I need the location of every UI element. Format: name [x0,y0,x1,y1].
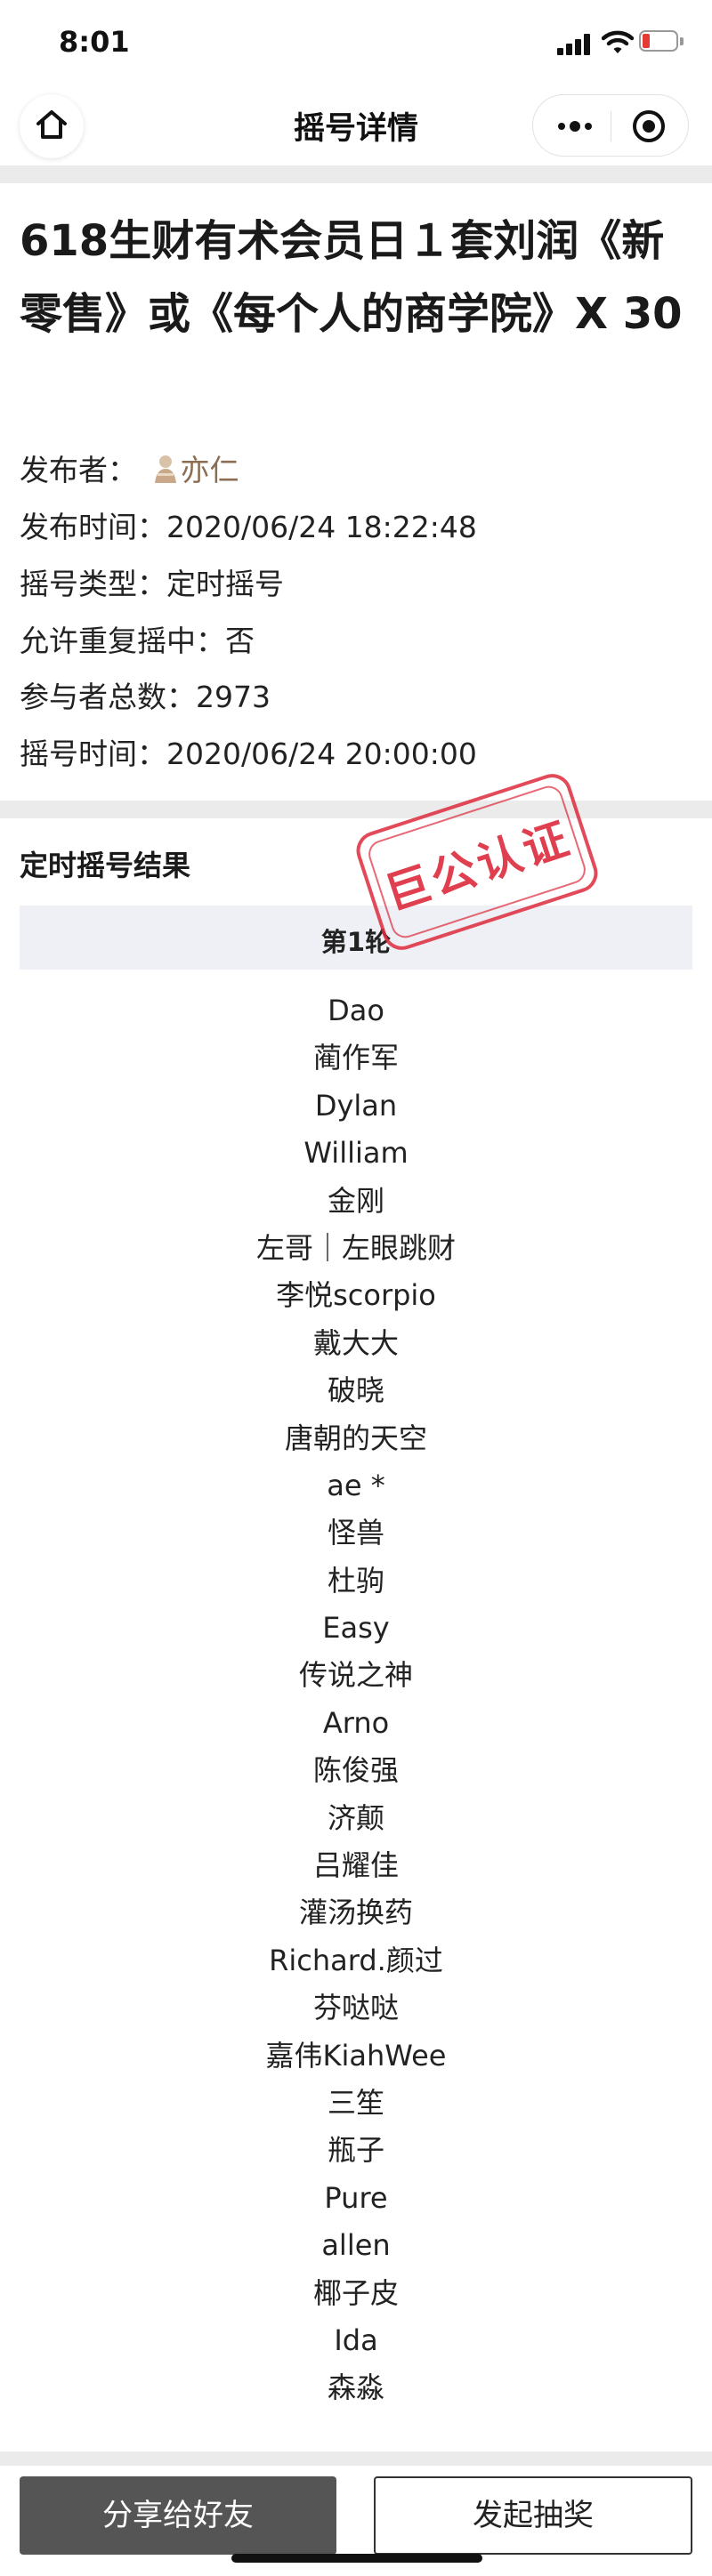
list-item: 嘉伟KiahWee [265,2038,447,2073]
list-item: Richard.颜过 [269,1943,443,1977]
list-item: 破晓 [327,1373,384,1408]
publisher-label: 发布者： [20,453,137,487]
participants-value: 2973 [196,680,271,714]
list-item: 蔺作军 [312,1041,399,1075]
results-section-title: 定时摇号结果 [20,849,191,882]
list-item: ae * [327,1468,385,1502]
type-value: 定时摇号 [166,567,284,601]
list-item: Dao [328,994,384,1027]
list-item: 济颠 [327,1800,384,1835]
list-item: 吕耀佳 [312,1848,399,1883]
list-item: 唐朝的天空 [284,1421,427,1455]
list-item: 怪兽 [327,1516,384,1550]
separator-band [0,801,712,818]
battery-icon [639,30,685,53]
nav-bar: 摇号详情 [0,85,712,165]
list-item: 灌汤换药 [298,1896,413,1930]
list-item: 芬哒哒 [312,1991,399,2025]
list-item: 戴大大 [312,1325,399,1360]
list-item: William [303,1136,409,1171]
type-row: 摇号类型：定时摇号 [20,560,284,603]
separator-band [0,165,712,183]
publish-time-value: 2020/06/24 18:22:48 [166,510,477,544]
wifi-icon [601,28,635,55]
list-item: 椰子皮 [312,2275,399,2310]
list-item: 杜驹 [327,1563,384,1598]
start-lottery-button[interactable]: 发起抽奖 [374,2476,692,2555]
list-item: 陈俊强 [312,1753,399,1788]
list-item: 金刚 [327,1183,384,1218]
draw-time-label: 摇号时间： [20,737,166,771]
draw-time-value: 2020/06/24 20:00:00 [166,737,477,771]
publisher-row: 发布者： 亦仁 [20,447,239,489]
repeat-value: 否 [225,624,255,658]
list-item: Easy [322,1611,390,1646]
list-item: Arno [322,1705,390,1740]
list-item: 左哥｜左眼跳财 [255,1230,456,1265]
publisher-name[interactable]: 亦仁 [181,453,239,487]
list-item: 瓶子 [327,2133,384,2168]
list-item: 传说之神 [298,1658,413,1693]
avatar[interactable] [152,454,179,484]
status-time: 8:01 [59,25,130,59]
cellular-signal-icon [557,34,593,55]
miniprogram-capsule [532,94,689,157]
more-options-icon[interactable] [553,113,597,140]
participants-label: 参与者总数： [20,680,196,714]
list-item: allen [321,2228,391,2263]
publish-time-row: 发布时间：2020/06/24 18:22:48 [20,503,477,546]
lottery-title: 618生财有术会员日１套刘润《新零售》或《每个人的商学院》X 30 [20,216,683,339]
repeat-row: 允许重复摇中：否 [20,617,255,660]
separator-band [0,2451,712,2466]
list-item: Dylan [314,1088,398,1123]
list-item: 三笙 [327,2085,384,2120]
publish-time-label: 发布时间： [20,510,166,544]
round-header: 第1轮 [20,906,692,970]
status-bar: 8:01 [0,0,712,85]
type-label: 摇号类型： [20,567,166,601]
winner-list: Dao 蔺作军 Dylan William 金刚左哥｜左眼跳财 李悦scorpio 戴大大破… [0,987,712,2412]
list-item: Pure [324,2180,388,2215]
home-indicator [231,2554,482,2563]
draw-time-row: 摇号时间：2020/06/24 20:00:00 [20,730,477,773]
repeat-label: 允许重复摇中： [20,624,225,658]
list-item: 李悦scorpio [276,1278,436,1313]
round-label: 第1轮 [320,927,392,957]
list-item: 森淼 [327,2371,384,2405]
participants-row: 参与者总数：2973 [20,673,271,716]
share-button[interactable]: 分享给好友 [20,2476,336,2555]
list-item: Ida [334,2322,378,2357]
close-miniprogram-icon[interactable] [633,110,665,142]
